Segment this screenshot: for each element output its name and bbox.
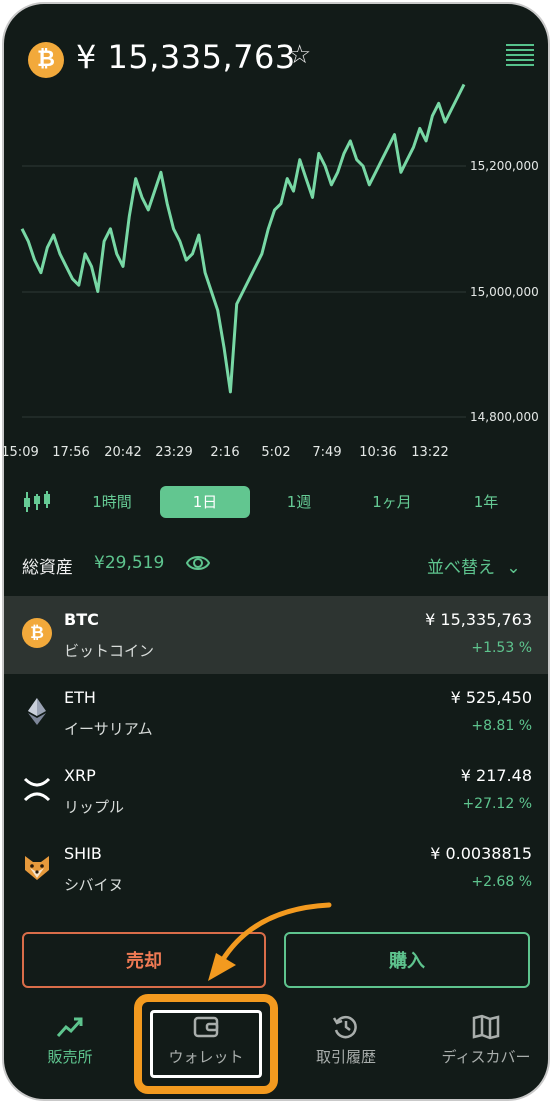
total-assets-label: 総資産 bbox=[22, 558, 73, 578]
history-icon bbox=[332, 1015, 357, 1039]
coin-name: シバイヌ bbox=[64, 876, 124, 894]
map-icon bbox=[472, 1014, 500, 1040]
xrp-icon bbox=[23, 777, 51, 802]
current-price: ¥ 15,335,763 bbox=[76, 38, 296, 76]
price-chart[interactable] bbox=[4, 79, 548, 469]
coin-row-shib[interactable]: SHIB シバイヌ ¥ 0.0038815 +2.68 % bbox=[4, 830, 548, 908]
wallet-highlight-frame bbox=[134, 994, 278, 1094]
sort-button[interactable]: 並べ替え ⌄ bbox=[427, 553, 521, 578]
x-tick-label: 13:22 bbox=[411, 445, 449, 460]
y-tick-label: 15,000,000 bbox=[470, 285, 539, 299]
price-line bbox=[20, 83, 466, 394]
coin-symbol: ETH bbox=[64, 688, 96, 707]
coin-name: イーサリアム bbox=[64, 720, 153, 738]
price-chart-svg bbox=[20, 83, 466, 418]
coin-change: +27.12 % bbox=[462, 796, 532, 812]
coin-price: ¥ 15,335,763 bbox=[425, 610, 532, 629]
bitcoin-icon: ₿ bbox=[28, 42, 64, 78]
x-tick-label: 17:56 bbox=[52, 445, 90, 460]
ethereum-icon bbox=[28, 698, 46, 725]
coin-price: ¥ 525,450 bbox=[450, 688, 532, 707]
y-tick-label: 14,800,000 bbox=[470, 410, 539, 424]
coin-row-btc[interactable]: ₿ BTC ビットコイン ¥ 15,335,763 +1.53 % bbox=[4, 596, 548, 674]
x-tick-label: 15:09 bbox=[2, 445, 39, 460]
timeframe-1d[interactable]: 1日 bbox=[160, 486, 250, 518]
candlestick-icon[interactable] bbox=[22, 490, 52, 514]
bitcoin-icon: ₿ bbox=[22, 618, 52, 648]
coin-change: +1.53 % bbox=[471, 640, 532, 656]
coin-symbol: BTC bbox=[64, 610, 99, 629]
timeframe-1h[interactable]: 1時間 bbox=[92, 486, 132, 518]
app-screen: ₿ ¥ 15,335,763 ☆ 15,200,000 15,000,000 1… bbox=[4, 4, 548, 1099]
tab-exchange[interactable]: 販売所 bbox=[5, 1014, 135, 1067]
x-tick-label: 5:02 bbox=[261, 445, 291, 460]
timeframe-1y[interactable]: 1年 bbox=[474, 486, 499, 518]
list-icon[interactable] bbox=[506, 44, 534, 70]
coin-change: +2.68 % bbox=[471, 874, 532, 890]
y-tick-label: 15,200,000 bbox=[470, 159, 539, 173]
coin-name: リップル bbox=[64, 798, 125, 816]
coin-row-eth[interactable]: ETH イーサリアム ¥ 525,450 +8.81 % bbox=[4, 674, 548, 752]
trend-up-icon bbox=[56, 1017, 83, 1037]
x-tick-label: 7:49 bbox=[312, 445, 342, 460]
coin-change: +8.81 % bbox=[471, 718, 532, 734]
coin-row-xrp[interactable]: XRP リップル ¥ 217.48 +27.12 % bbox=[4, 752, 548, 830]
timeframe-1m[interactable]: 1ヶ月 bbox=[372, 486, 412, 518]
tab-label: 販売所 bbox=[47, 1048, 93, 1066]
tab-history[interactable]: 取引履歴 bbox=[281, 1014, 411, 1067]
shiba-icon bbox=[25, 856, 49, 880]
x-tick-label: 20:42 bbox=[104, 445, 142, 460]
timeframe-1w[interactable]: 1週 bbox=[287, 486, 312, 518]
x-tick-label: 10:36 bbox=[359, 445, 397, 460]
coin-price: ¥ 217.48 bbox=[460, 766, 532, 785]
x-tick-label: 23:29 bbox=[155, 445, 193, 460]
total-assets-value: ¥29,519 bbox=[94, 553, 165, 573]
timeframe-selector: 1時間 1日 1週 1ヶ月 1年 bbox=[4, 486, 548, 520]
eye-icon[interactable] bbox=[186, 552, 210, 574]
x-tick-label: 2:16 bbox=[210, 445, 240, 460]
phone-frame: ₿ ¥ 15,335,763 ☆ 15,200,000 15,000,000 1… bbox=[2, 2, 550, 1101]
pointer-arrow-icon bbox=[208, 902, 332, 981]
coin-symbol: XRP bbox=[64, 766, 96, 785]
coin-name: ビットコイン bbox=[64, 642, 155, 660]
coin-symbol: SHIB bbox=[64, 844, 102, 863]
tab-label: ディスカバー bbox=[441, 1048, 531, 1066]
sort-label: 並べ替え bbox=[427, 558, 495, 578]
coin-price: ¥ 0.0038815 bbox=[430, 844, 532, 863]
tab-discover[interactable]: ディスカバー bbox=[421, 1014, 548, 1067]
favorite-star-icon[interactable]: ☆ bbox=[288, 40, 311, 70]
chevron-down-icon: ⌄ bbox=[506, 558, 521, 578]
tab-label: 取引履歴 bbox=[315, 1048, 376, 1066]
